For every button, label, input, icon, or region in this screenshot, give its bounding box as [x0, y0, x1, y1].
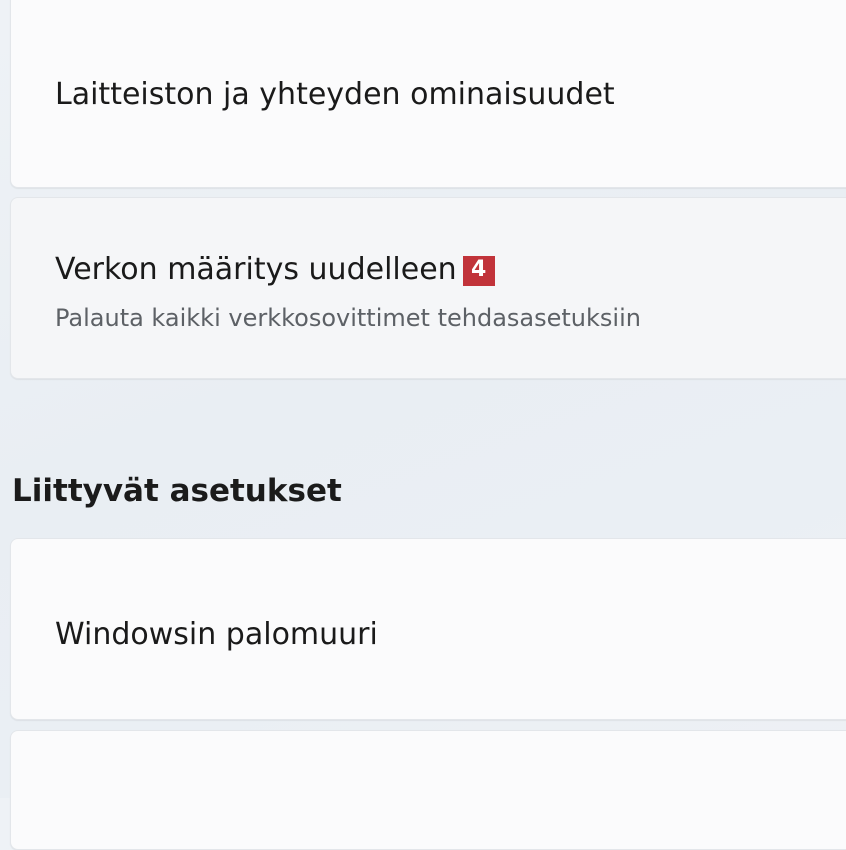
- annotation-badge: 4: [462, 256, 495, 286]
- hardware-properties-card[interactable]: Laitteiston ja yhteyden ominaisuudet: [10, 0, 846, 188]
- related-setting-card-2[interactable]: [10, 730, 846, 850]
- network-reset-description: Palauta kaikki verkkosovittimet tehdasas…: [55, 304, 641, 332]
- network-reset-title: Verkon määritys uudelleen 4: [55, 252, 495, 287]
- hardware-properties-label: Laitteiston ja yhteyden ominaisuudet: [55, 77, 615, 112]
- windows-firewall-label: Windowsin palomuuri: [55, 617, 378, 652]
- windows-firewall-card[interactable]: Windowsin palomuuri: [10, 538, 846, 720]
- network-reset-card[interactable]: Verkon määritys uudelleen 4 Palauta kaikk…: [10, 197, 846, 379]
- related-settings-heading: Liittyvät asetukset: [12, 473, 342, 509]
- network-reset-label: Verkon määritys uudelleen: [55, 252, 457, 287]
